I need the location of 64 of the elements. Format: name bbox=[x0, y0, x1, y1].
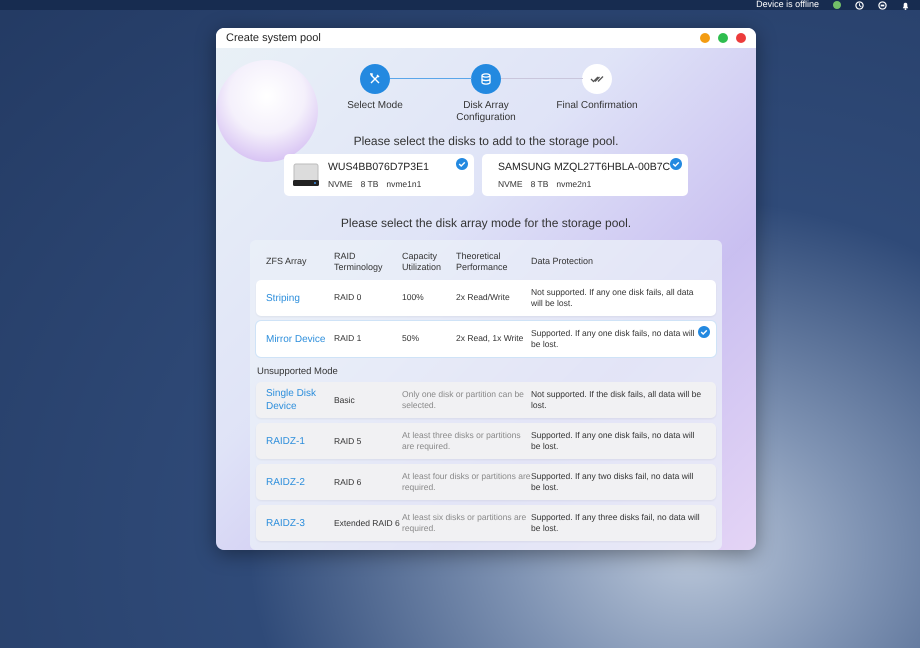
disk-type: NVME bbox=[328, 178, 353, 190]
disk-type: NVME bbox=[498, 178, 523, 190]
capacity-value: 100% bbox=[402, 292, 425, 304]
raid-level: RAID 1 bbox=[334, 333, 362, 345]
step-label: Select Mode bbox=[347, 100, 403, 112]
mode-row[interactable]: Single Disk Device Basic Only one disk or partition can be selected. Not supported. If the disk fails, all data will be lost. bbox=[256, 382, 716, 418]
maximize-button[interactable] bbox=[718, 33, 728, 43]
mode-row[interactable]: RAIDZ-1 RAID 5 At least three disks or partitions are required. Supported. If any one disk fails, no data will be lost. bbox=[256, 423, 716, 460]
bell-icon[interactable] bbox=[901, 0, 910, 10]
disk-name: WUS4BB076D7P3E1 bbox=[328, 160, 429, 175]
column-header: Theoretical Performance bbox=[456, 250, 509, 274]
section-heading: Unsupported Mode bbox=[256, 365, 339, 379]
protection-text: Supported. If any two disks fail, no data will be lost. bbox=[531, 471, 695, 494]
requirement-text: Only one disk or partition can be selected. bbox=[402, 389, 525, 412]
mode-name: RAIDZ-1 bbox=[266, 434, 306, 448]
column-header: Capacity Utilization bbox=[402, 250, 442, 274]
close-button[interactable] bbox=[736, 33, 746, 43]
protection-text: Not supported. If any one disk fails, all data will be lost. bbox=[531, 286, 695, 310]
step-label: Disk Array Configuration bbox=[455, 100, 517, 124]
mode-row[interactable]: Mirror Device RAID 1 50% 2x Read, 1x Write Supported. If any one disk fails, no data will be lost. bbox=[256, 321, 716, 357]
protection-text: Supported. If any one disk fails, no data will be lost. bbox=[531, 430, 696, 452]
raid-level: RAID 5 bbox=[334, 436, 362, 447]
column-header: Data Protection bbox=[531, 256, 594, 268]
disk-card[interactable]: WUS4BB076D7P3E1 NVME 8 TB nvme1n1 bbox=[284, 154, 474, 196]
window-title: Create system pool bbox=[226, 30, 321, 46]
disk-size: 8 TB bbox=[530, 178, 548, 190]
protection-text: Supported. If any one disk fails, no data will be lost. bbox=[531, 328, 696, 350]
disk-device: nvme2n1 bbox=[556, 178, 592, 190]
clock-icon[interactable] bbox=[855, 0, 864, 10]
drive-icon bbox=[292, 163, 320, 187]
status-text: Device is offline bbox=[756, 0, 819, 12]
mode-name: Striping bbox=[266, 292, 301, 304]
raid-level: RAID 6 bbox=[334, 476, 362, 488]
raid-level: Basic bbox=[334, 394, 356, 406]
disk-card[interactable]: SAMSUNG MZQL27T6HBLA-00B7C NVME 8 TB nvme2n1 bbox=[482, 154, 688, 196]
mode-row[interactable]: Striping RAID 0 100% 2x Read/Write Not supported. If any one disk fails, all data will be lost. bbox=[256, 280, 716, 316]
disk-size: 8 TB bbox=[360, 178, 378, 190]
requirement-text: At least four disks or partitions are required. bbox=[402, 471, 531, 494]
raid-level: RAID 0 bbox=[334, 292, 362, 304]
step-circle[interactable] bbox=[471, 64, 501, 94]
step-label: Final Confirmation bbox=[556, 100, 638, 112]
capacity-value: 50% bbox=[402, 333, 420, 345]
column-header: ZFS Array bbox=[266, 256, 308, 268]
requirement-text: At least six disks or partitions are required. bbox=[402, 512, 528, 534]
step-circle[interactable] bbox=[582, 64, 612, 94]
column-header: RAID Terminology bbox=[334, 250, 384, 274]
disk-device: nvme1n1 bbox=[386, 178, 422, 190]
performance-value: 2x Read/Write bbox=[456, 292, 511, 304]
protection-text: Supported. If any three disks fail, no data will be lost. bbox=[531, 512, 701, 534]
mode-name: Single Disk Device bbox=[266, 387, 318, 414]
mode-name: Mirror Device bbox=[266, 332, 326, 346]
section-prompt: Please select the disks to add to the storage pool. bbox=[354, 133, 618, 150]
minimize-button[interactable] bbox=[700, 33, 710, 43]
raid-level: Extended RAID 6 bbox=[334, 518, 401, 529]
mode-row[interactable]: RAIDZ-2 RAID 6 At least four disks or partitions are required. Supported. If any two disks fail, no data will be lost. bbox=[256, 464, 716, 500]
requirement-text: At least three disks or partitions are required. bbox=[402, 430, 522, 452]
disk-name: SAMSUNG MZQL27T6HBLA-00B7C bbox=[498, 160, 670, 175]
mode-name: RAIDZ-2 bbox=[266, 476, 306, 489]
performance-value: 2x Read, 1x Write bbox=[456, 333, 524, 345]
section-prompt: Please select the disk array mode for the storage pool. bbox=[340, 215, 632, 232]
mode-row[interactable]: RAIDZ-3 Extended RAID 6 At least six disks or partitions are required. Supported. If any three disks fail, no data will be lost. bbox=[256, 505, 716, 542]
step-circle[interactable] bbox=[360, 64, 390, 94]
mode-name: RAIDZ-3 bbox=[266, 516, 306, 530]
protection-text: Not supported. If the disk fails, all data will be lost. bbox=[531, 389, 702, 412]
